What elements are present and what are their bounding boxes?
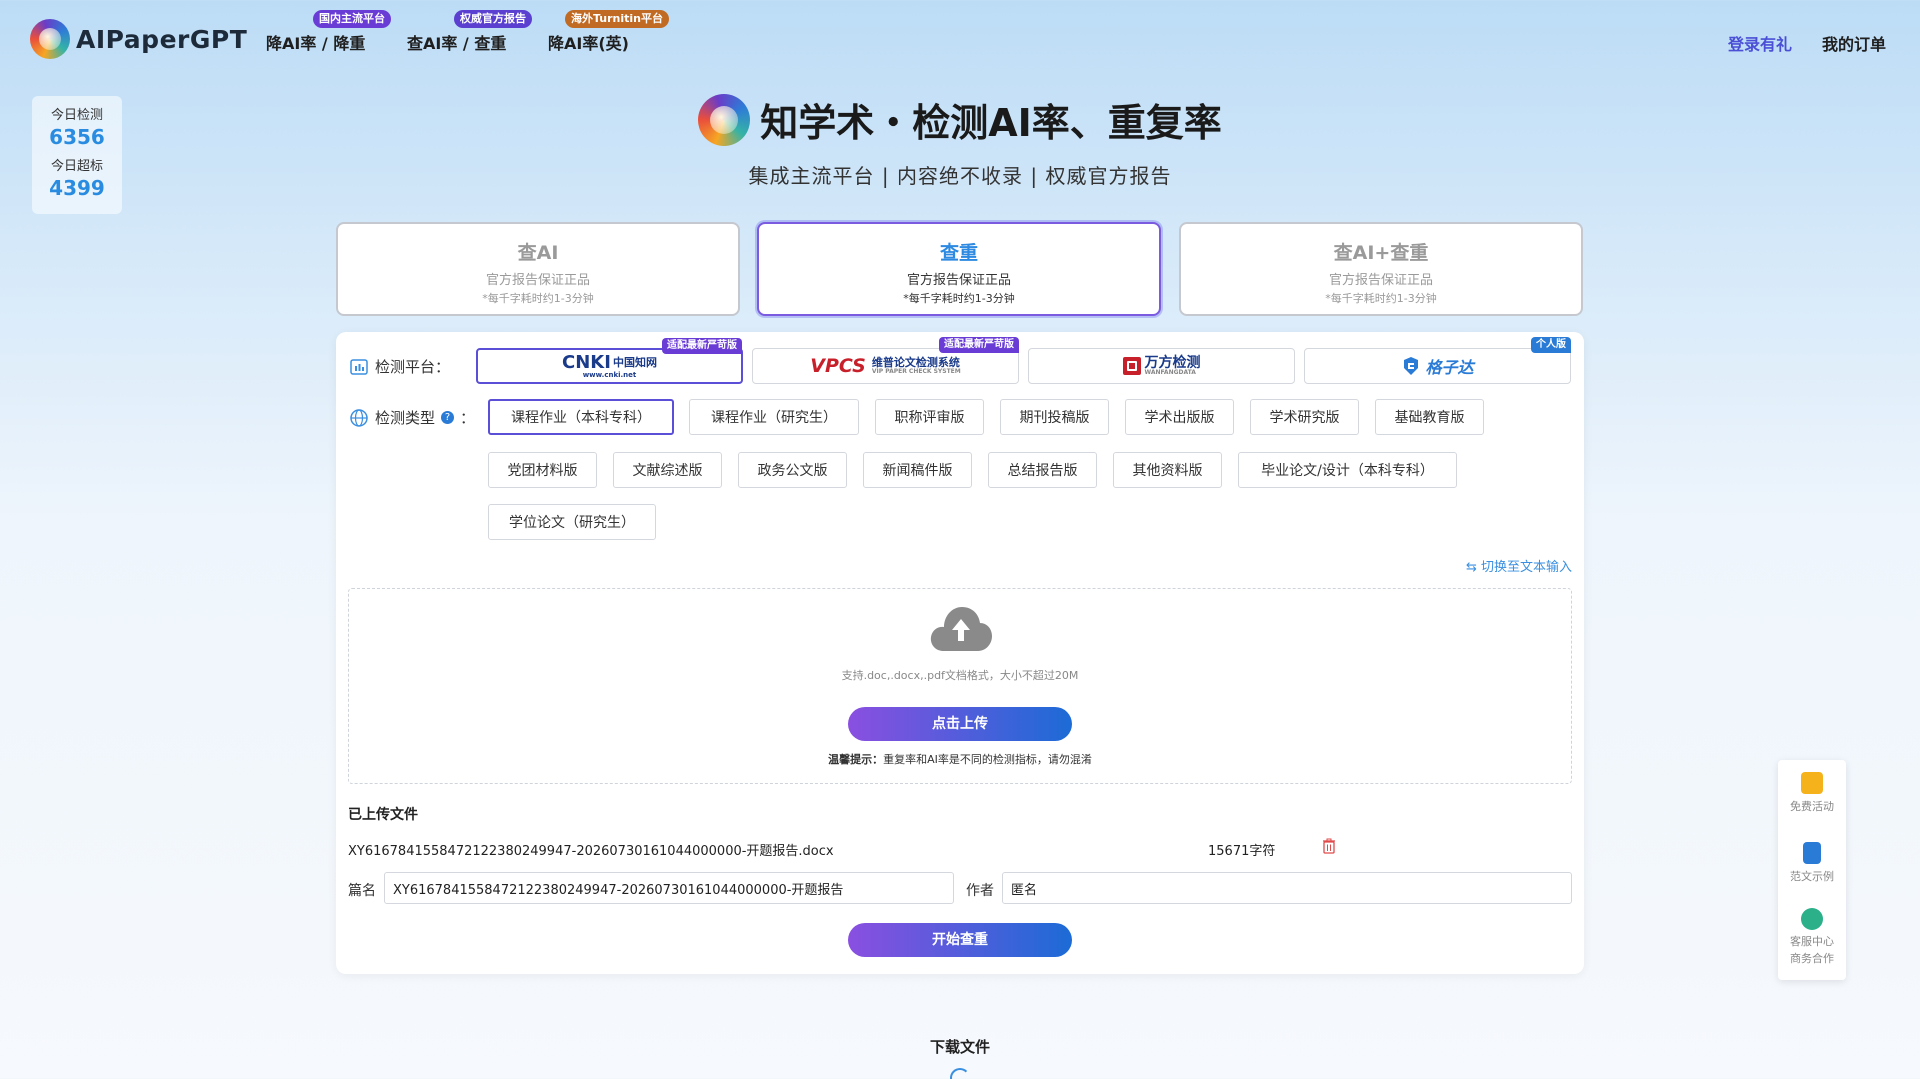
doc-title-input[interactable]	[384, 872, 954, 904]
mode-desc: 官方报告保证正品	[906, 273, 1011, 288]
type-course-graduate[interactable]: 课程作业（研究生）	[689, 399, 859, 435]
document-icon	[1803, 842, 1821, 864]
gift-icon	[1801, 772, 1823, 794]
mode-card-check-ai[interactable]: 查AI 官方报告保证正品 *每千字耗时约1-3分钟	[336, 222, 740, 316]
type-party-material[interactable]: 党团材料版	[488, 452, 597, 488]
nav-check-ai[interactable]: 查AI率 / 查重	[407, 30, 506, 54]
switch-to-text-link[interactable]: ⇆ 切换至文本输入	[1466, 556, 1572, 575]
mode-card-check-duplicate[interactable]: 查重 官方报告保证正品 *每千字耗时约1-3分钟	[757, 222, 1161, 316]
nav-reduce-ai-en[interactable]: 降AI率(英)	[548, 30, 629, 54]
mode-note: *每千字耗时约1-3分钟	[482, 292, 594, 305]
type-government-doc[interactable]: 政务公文版	[738, 452, 847, 488]
brand-icon	[698, 93, 751, 146]
nav-badge-turnitin: 海外Turnitin平台	[565, 10, 670, 28]
type-academic-publish[interactable]: 学术出版版	[1125, 399, 1234, 435]
side-business-label: 商务合作	[1790, 951, 1834, 965]
type-title-review[interactable]: 职称评审版	[875, 399, 984, 435]
logo-icon	[30, 19, 70, 59]
hero-title-row: 知学术・检测AI率、重复率	[698, 92, 1222, 147]
side-free-label: 免费活动	[1790, 800, 1834, 813]
tip-label: 温馨提示：	[828, 753, 884, 766]
logo-text: AIPaperGPT	[76, 24, 248, 54]
uploaded-file-name: XY6167841558472122380249947-202607301610…	[348, 844, 834, 859]
mode-note: *每千字耗时约1-3分钟	[1325, 292, 1437, 305]
mode-desc: 官方报告保证正品	[1328, 273, 1433, 288]
side-toolbar: 免费活动 范文示例 客服中心 商务合作	[1778, 760, 1846, 980]
tip-text: 重复率和AI率是不同的检测指标，请勿混淆	[883, 753, 1092, 766]
page-title: 知学术・检测AI率、重复率	[760, 101, 1222, 145]
uploaded-file-char-count: 15671字符	[1208, 844, 1276, 859]
nav-badge-domestic: 国内主流平台	[313, 10, 391, 28]
headset-icon	[1801, 908, 1823, 930]
type-news[interactable]: 新闻稿件版	[863, 452, 972, 488]
platform-row-label: 检测平台：	[349, 356, 450, 377]
type-label-text: 检测类型	[375, 409, 436, 427]
type-journal[interactable]: 期刊投稿版	[1000, 399, 1109, 435]
type-degree-thesis[interactable]: 学位论文（研究生）	[488, 504, 656, 540]
gezida-logo-icon: 格子达	[1401, 354, 1474, 378]
upload-tip: 温馨提示：重复率和AI率是不同的检测指标，请勿混淆	[349, 751, 1571, 767]
side-sample[interactable]: 范文示例	[1778, 842, 1846, 884]
type-course-undergrad[interactable]: 课程作业（本科专科）	[488, 399, 674, 435]
type-graduation-thesis[interactable]: 毕业论文/设计（本科专科）	[1238, 452, 1457, 488]
globe-icon	[350, 408, 368, 427]
nav-reduce-ai[interactable]: 降AI率 / 降重	[266, 30, 365, 54]
side-service-label: 客服中心	[1790, 935, 1834, 948]
download-title: 下载文件	[929, 1038, 990, 1056]
type-other[interactable]: 其他资料版	[1113, 452, 1222, 488]
login-link[interactable]: 登录有礼	[1728, 31, 1792, 55]
mode-desc: 官方报告保证正品	[485, 273, 590, 288]
nav-badge-official: 权威官方报告	[454, 10, 532, 28]
mode-title: 查重	[939, 242, 978, 264]
type-label-colon: ：	[460, 409, 476, 427]
upload-cloud-icon	[930, 607, 992, 651]
upload-button[interactable]: 点击上传	[848, 707, 1072, 741]
side-free-activity[interactable]: 免费活动	[1778, 772, 1846, 814]
mode-note: *每千字耗时约1-3分钟	[903, 292, 1015, 305]
logo[interactable]: AIPaperGPT	[30, 19, 247, 59]
loading-spinner-icon	[950, 1068, 970, 1079]
page-subtitle: 集成主流平台 | 内容绝不收录 | 权威官方报告	[748, 163, 1172, 188]
help-icon[interactable]: ?	[441, 411, 455, 424]
start-check-button[interactable]: 开始查重	[848, 923, 1072, 957]
vpcs-logo-icon: VPCS 维普论文检测系统 VIP PAPER CHECK SYSTEM	[810, 355, 961, 377]
uploaded-files-title: 已上传文件	[348, 807, 418, 823]
trash-icon[interactable]	[1322, 838, 1336, 854]
platform-badge: 个人版	[1531, 337, 1571, 353]
author-label: 作者	[966, 883, 994, 899]
side-sample-label: 范文示例	[1790, 870, 1834, 883]
hero: 知学术・检测AI率、重复率 集成主流平台 | 内容绝不收录 | 权威官方报告	[0, 92, 1920, 189]
platform-badge: 适配最新严苛版	[939, 337, 1019, 353]
cnki-logo-icon: CNKI 中国知网 www.cnki.net	[562, 351, 657, 379]
wanfang-logo-icon: 万方检测 WANFANGDATA	[1122, 356, 1201, 376]
type-basic-education[interactable]: 基础教育版	[1375, 399, 1484, 435]
platform-vpcs[interactable]: 适配最新严苛版 VPCS 维普论文检测系统 VIP PAPER CHECK SY…	[752, 337, 1019, 384]
type-literature-review[interactable]: 文献综述版	[613, 452, 722, 488]
header: AIPaperGPT 国内主流平台 降AI率 / 降重 权威官方报告 查AI率 …	[0, 0, 1920, 80]
mode-title: 查AI+查重	[1333, 242, 1429, 264]
platform-cnki[interactable]: 适配最新严苛版 CNKI 中国知网 www.cnki.net	[476, 338, 743, 384]
platform-label-text: 检测平台：	[375, 358, 451, 376]
upload-dropzone[interactable]: 支持.doc,.docx,.pdf文档格式，大小不超过20M 点击上传 温馨提示…	[348, 588, 1572, 784]
platform-badge: 适配最新严苛版	[662, 338, 742, 354]
mode-title: 查AI	[517, 242, 559, 264]
mode-card-check-ai-and-duplicate[interactable]: 查AI+查重 官方报告保证正品 *每千字耗时约1-3分钟	[1179, 222, 1583, 316]
side-service[interactable]: 客服中心 商务合作	[1778, 908, 1846, 967]
type-academic-research[interactable]: 学术研究版	[1250, 399, 1359, 435]
platform-gezida[interactable]: 个人版 格子达	[1304, 337, 1571, 384]
type-summary-report[interactable]: 总结报告版	[988, 452, 1097, 488]
chart-icon	[350, 358, 368, 375]
doc-title-label: 篇名	[348, 883, 376, 899]
platform-wanfang[interactable]: 万方检测 WANFANGDATA	[1028, 348, 1295, 384]
orders-link[interactable]: 我的订单	[1822, 31, 1886, 55]
main-panel: 检测平台： 适配最新严苛版 CNKI 中国知网 www.cnki.net 适配最…	[336, 332, 1584, 974]
author-input[interactable]	[1002, 872, 1572, 904]
upload-hint: 支持.doc,.docx,.pdf文档格式，大小不超过20M	[841, 669, 1079, 682]
type-row-label: 检测类型 ? ：	[349, 407, 475, 428]
